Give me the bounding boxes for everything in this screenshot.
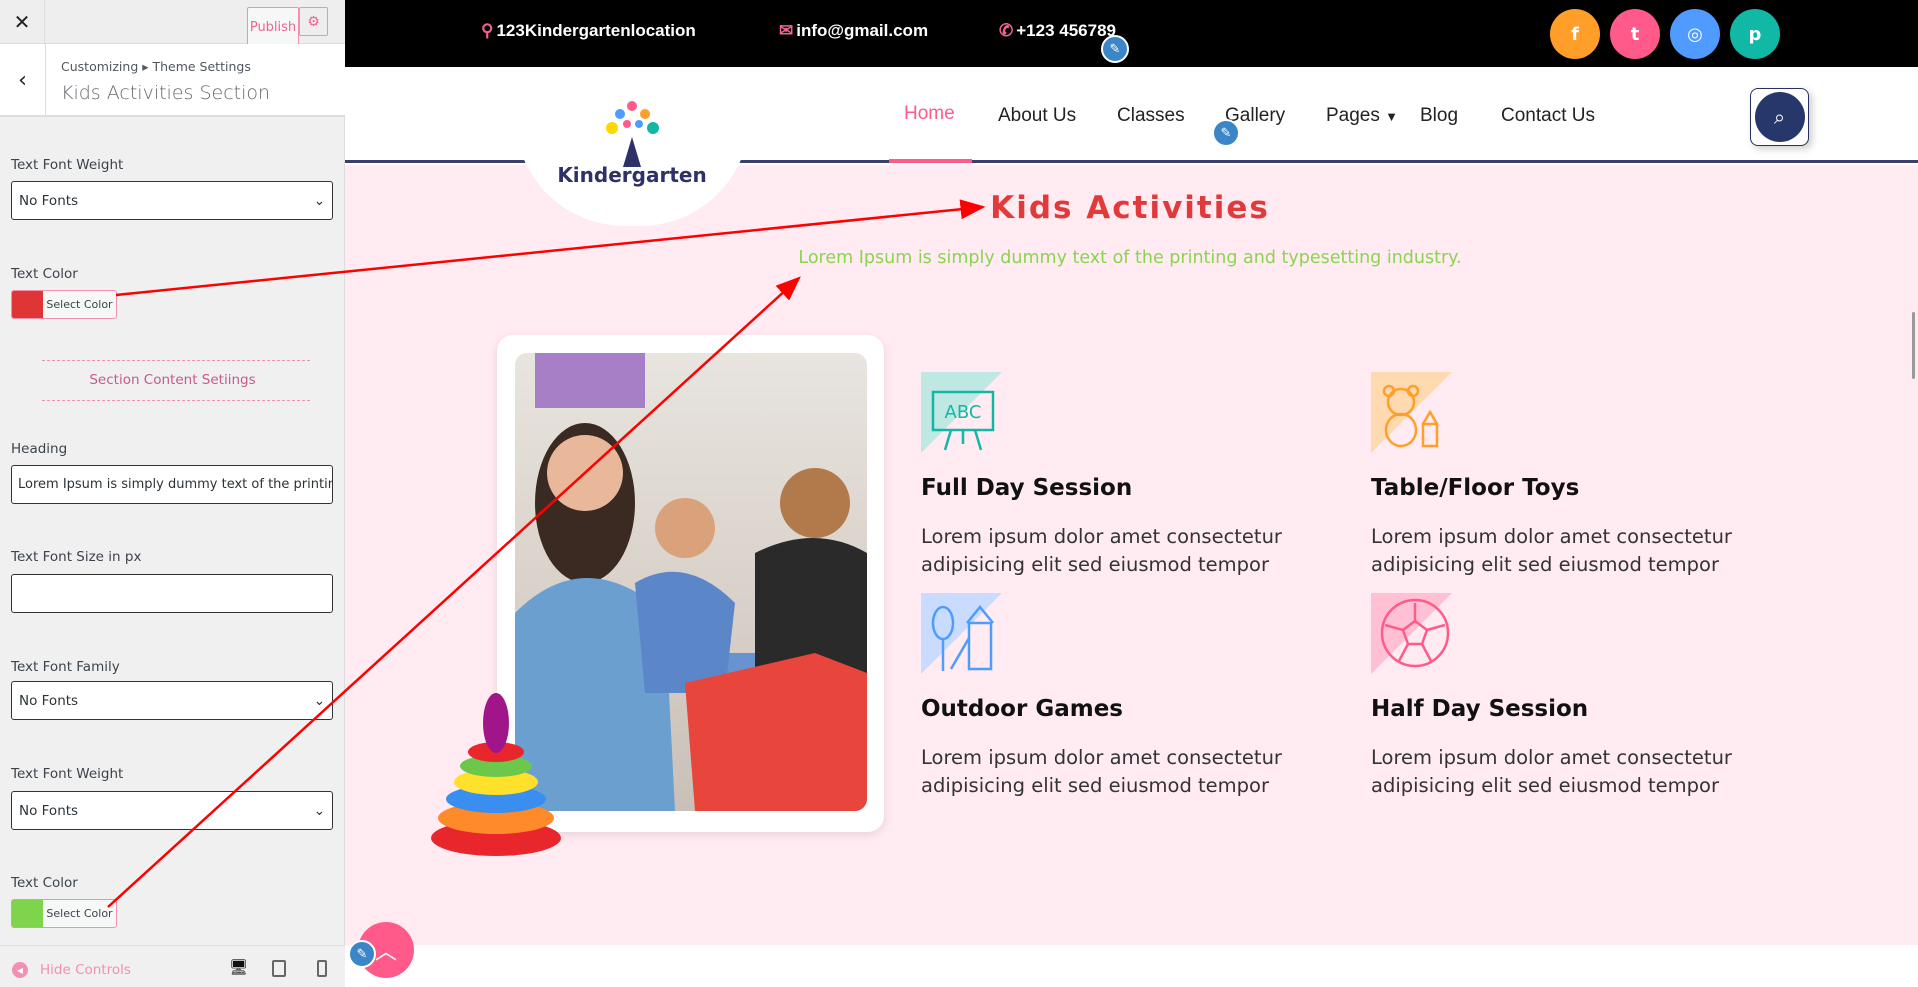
subtitle-color-picker[interactable]: Select Color [11, 899, 117, 928]
title-color-picker[interactable]: Select Color [11, 290, 117, 319]
publish-button[interactable]: Publish [247, 7, 299, 47]
facebook-icon[interactable]: f [1550, 9, 1600, 59]
edit-pencil-icon[interactable]: ✎ [348, 940, 376, 968]
envelope-icon: ✉ [779, 21, 794, 40]
phone-icon: ✆ [999, 21, 1014, 40]
back-button[interactable]: ‹ [0, 44, 46, 117]
section-header: ‹ Customizing ▸ Theme Settings Kids Acti… [0, 44, 345, 117]
customizer-sidebar: ✕ Publish ⚙ ‹ Customizing ▸ Theme Settin… [0, 0, 345, 987]
text-font-weight-label: Text Font Weight [11, 157, 124, 173]
location-info: ⚲ 123Kindergartenlocation [481, 21, 696, 41]
desktop-preview-icon[interactable]: 🖥 [229, 958, 248, 976]
feature-half-day-session [1371, 593, 1452, 678]
chevron-up-icon: ︿ [374, 940, 397, 965]
pinterest-icon[interactable]: p [1730, 9, 1780, 59]
select-color-label: Select Color [46, 907, 113, 920]
nav-pages[interactable]: Pages ▼ [1326, 105, 1398, 127]
font-size-label: Text Font Size in px [11, 549, 142, 565]
color-swatch [12, 291, 43, 318]
feature-description: Lorem ipsum dolor amet consectetur adipi… [921, 525, 1282, 576]
section-content-settings-heading: Section Content Setiings [89, 372, 256, 388]
feature-table-floor-toys [1371, 372, 1452, 457]
active-nav-indicator [889, 159, 972, 163]
font-size-input[interactable] [11, 574, 333, 613]
instagram-icon[interactable]: ◎ [1670, 9, 1720, 59]
font-family-label: Text Font Family [11, 659, 120, 675]
arrow-left-icon: ◀ [12, 962, 28, 978]
section-heading: Kids Activities [990, 190, 1270, 226]
text-color-label-2: Text Color [11, 875, 78, 891]
classroom-photo [515, 353, 867, 811]
edit-pencil-icon[interactable]: ✎ [1101, 35, 1129, 63]
site-logo[interactable]: Kindergarten [515, 92, 750, 226]
email-info: ✉ info@gmail.com [779, 21, 928, 41]
divider [42, 360, 310, 361]
chevron-down-icon: ⌄ [313, 692, 325, 709]
search-button[interactable]: ⌕ [1750, 88, 1809, 146]
feature-title: Full Day Session [921, 475, 1133, 501]
nav-pages-label: Pages [1326, 105, 1380, 126]
teddy-bear-icon [1371, 372, 1452, 453]
nav-home[interactable]: Home [904, 103, 955, 125]
feature-description: Lorem ipsum dolor amet consectetur adipi… [1371, 525, 1732, 576]
heading-input[interactable]: Lorem Ipsum is simply dummy text of the … [11, 465, 333, 504]
soccer-ball-icon [1371, 593, 1452, 674]
feature-title: Table/Floor Toys [1371, 475, 1580, 501]
map-pin-icon: ⚲ [481, 21, 494, 40]
chevron-down-icon: ⌄ [313, 192, 325, 209]
search-icon: ⌕ [1754, 92, 1805, 142]
location-text: 123Kindergartenlocation [496, 21, 696, 40]
chevron-down-icon: ⌄ [313, 802, 325, 819]
section-title: Kids Activities Section [61, 82, 271, 104]
tree-logo-icon: Kindergarten [557, 101, 707, 187]
feature-description: Lorem ipsum dolor amet consectetur adipi… [921, 746, 1282, 797]
ring-stacker-toy [431, 693, 561, 856]
select-value: No Fonts [19, 192, 79, 209]
nav-about-us[interactable]: About Us [998, 105, 1076, 127]
section-subheading: Lorem Ipsum is simply dummy text of the … [798, 248, 1462, 268]
feature-outdoor-games [921, 593, 1002, 678]
select-color-label: Select Color [46, 298, 113, 311]
abc-board-icon: ABC [921, 372, 1002, 453]
feature-description: Lorem ipsum dolor amet consectetur adipi… [1371, 746, 1732, 797]
breadcrumb: Customizing ▸ Theme Settings [61, 59, 251, 74]
phone-text: +123 456789 [1016, 21, 1116, 40]
feature-full-day-session: ABC [921, 372, 1002, 457]
feature-title: Half Day Session [1371, 696, 1589, 722]
email-text: info@gmail.com [796, 21, 929, 40]
mobile-preview-icon[interactable] [317, 960, 327, 977]
select-value: No Fonts [19, 692, 79, 709]
hide-controls-button[interactable]: ◀ Hide Controls [12, 962, 131, 978]
svg-text:Kindergarten: Kindergarten [557, 163, 706, 187]
text-color-label: Text Color [11, 266, 78, 282]
heading-label: Heading [11, 441, 68, 457]
chevron-down-icon: ▼ [1385, 109, 1399, 124]
text-font-weight-label-2: Text Font Weight [11, 766, 124, 782]
select-value: No Fonts [19, 802, 79, 819]
nav-blog[interactable]: Blog [1420, 105, 1458, 127]
nav-classes[interactable]: Classes [1117, 105, 1185, 127]
close-customizer-button[interactable]: ✕ [0, 0, 45, 44]
tablet-preview-icon[interactable] [272, 960, 286, 977]
hide-controls-label: Hide Controls [40, 962, 131, 978]
phone-info: ✆ +123 456789 [999, 21, 1116, 41]
text-font-weight-select[interactable]: No Fonts ⌄ [11, 181, 333, 220]
feature-title: Outdoor Games [921, 696, 1123, 722]
nav-contact-us[interactable]: Contact Us [1501, 105, 1595, 127]
twitter-icon[interactable]: t [1610, 9, 1660, 59]
svg-text:ABC: ABC [945, 402, 982, 423]
edit-pencil-icon[interactable]: ✎ [1212, 119, 1240, 147]
text-font-weight-select-2[interactable]: No Fonts ⌄ [11, 791, 333, 830]
divider [42, 400, 310, 401]
font-family-select[interactable]: No Fonts ⌄ [11, 681, 333, 720]
scrollbar-thumb[interactable] [1912, 312, 1915, 379]
playground-icon [921, 593, 1002, 674]
color-swatch [12, 900, 43, 927]
gear-icon[interactable]: ⚙ [299, 7, 328, 36]
